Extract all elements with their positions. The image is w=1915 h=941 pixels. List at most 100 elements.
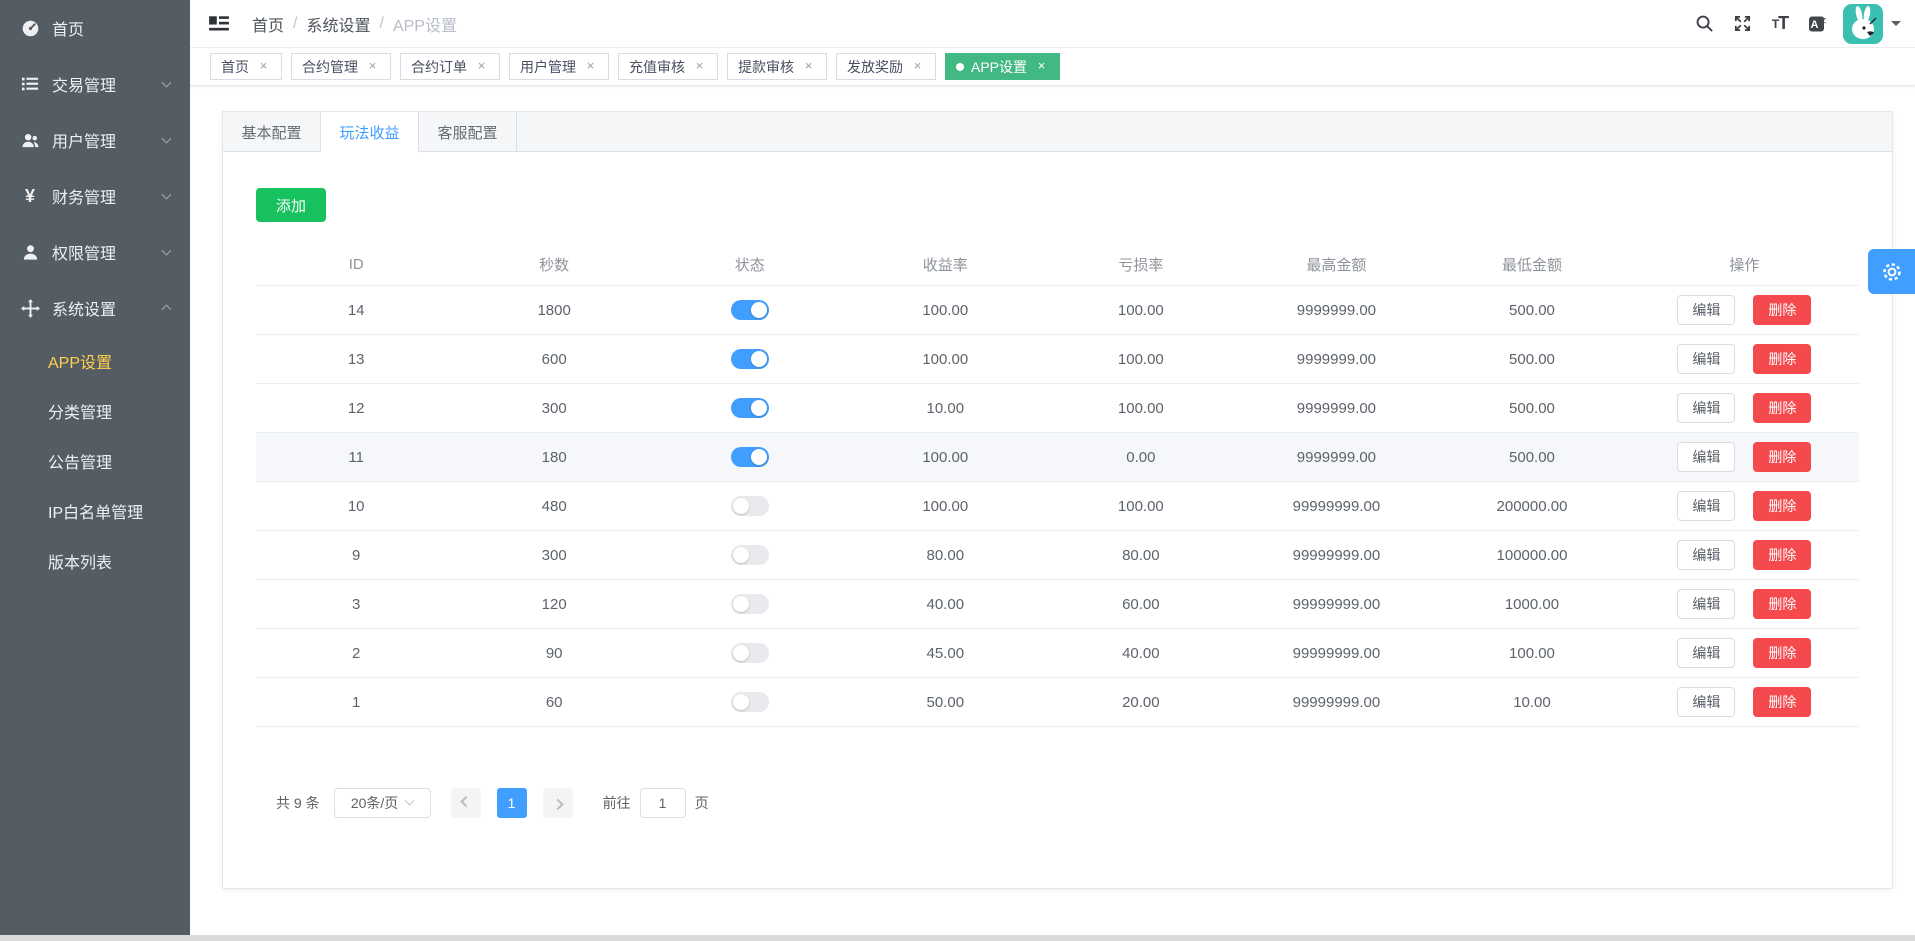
sidebar-subitem-category[interactable]: 分类管理 <box>0 386 190 436</box>
toggle-knob <box>733 498 749 514</box>
edit-button[interactable]: 编辑 <box>1677 295 1735 325</box>
cell-status <box>652 496 848 516</box>
cell-min-amount: 200000.00 <box>1434 498 1630 515</box>
goto-page-input[interactable] <box>640 788 686 818</box>
delete-button[interactable]: 删除 <box>1753 344 1811 374</box>
sidebar-subitem-version-list[interactable]: 版本列表 <box>0 536 190 586</box>
language-icon[interactable]: A文 <box>1807 13 1829 35</box>
edit-button[interactable]: 编辑 <box>1677 344 1735 374</box>
table-row: 12 300 10.00 100.00 9999999.00 500.00 编辑… <box>256 384 1859 433</box>
close-icon[interactable]: × <box>910 59 925 74</box>
topbar-icons: TT A文 <box>1693 13 1829 35</box>
tag-recharge-review[interactable]: 充值审核× <box>618 53 718 80</box>
delete-button[interactable]: 删除 <box>1753 442 1811 472</box>
close-icon[interactable]: × <box>583 59 598 74</box>
settings-panel-button[interactable] <box>1868 249 1915 294</box>
edit-button[interactable]: 编辑 <box>1677 638 1735 668</box>
edit-button[interactable]: 编辑 <box>1677 687 1735 717</box>
fullscreen-icon[interactable] <box>1731 13 1753 35</box>
delete-button[interactable]: 删除 <box>1753 491 1811 521</box>
tag-user-manage[interactable]: 用户管理× <box>509 53 609 80</box>
tag-withdraw-review[interactable]: 提款审核× <box>727 53 827 80</box>
close-icon[interactable]: × <box>474 59 489 74</box>
caret-down-icon[interactable] <box>1891 21 1901 26</box>
sidebar-item-home[interactable]: 首页 <box>0 0 190 56</box>
edit-button[interactable]: 编辑 <box>1677 393 1735 423</box>
edit-button[interactable]: 编辑 <box>1677 442 1735 472</box>
add-button[interactable]: 添加 <box>256 188 326 222</box>
status-toggle[interactable] <box>731 300 769 320</box>
tab-basic-config[interactable]: 基本配置 <box>223 112 321 152</box>
sidebar-item-permission[interactable]: 权限管理 <box>0 224 190 280</box>
page-size-select[interactable]: 20条/页 <box>334 788 431 818</box>
tag-home[interactable]: 首页× <box>210 53 282 80</box>
data-table: ID 秒数 状态 收益率 亏损率 最高金额 最低金额 操作 14 1800 10… <box>256 244 1859 727</box>
cell-seconds: 120 <box>456 596 652 613</box>
delete-button[interactable]: 删除 <box>1753 638 1811 668</box>
breadcrumb-system-settings[interactable]: 系统设置 <box>306 12 370 36</box>
avatar[interactable] <box>1843 4 1883 44</box>
delete-button[interactable]: 删除 <box>1753 540 1811 570</box>
prev-page-button[interactable] <box>451 788 481 818</box>
status-toggle[interactable] <box>731 692 769 712</box>
cell-min-amount: 100000.00 <box>1434 547 1630 564</box>
close-icon[interactable]: × <box>692 59 707 74</box>
sidebar-item-finance[interactable]: ¥ 财务管理 <box>0 168 190 224</box>
chevron-right-icon <box>552 799 563 810</box>
edit-button[interactable]: 编辑 <box>1677 589 1735 619</box>
cell-id: 1 <box>256 694 456 711</box>
tab-play-profit[interactable]: 玩法收益 <box>321 112 419 153</box>
page-number-1[interactable]: 1 <box>497 788 527 818</box>
status-toggle[interactable] <box>731 447 769 467</box>
delete-button[interactable]: 删除 <box>1753 393 1811 423</box>
cell-actions: 编辑 删除 <box>1630 442 1859 472</box>
toggle-knob <box>751 449 767 465</box>
sidebar-subitem-announcement[interactable]: 公告管理 <box>0 436 190 486</box>
status-toggle[interactable] <box>731 545 769 565</box>
cell-id: 12 <box>256 400 456 417</box>
status-toggle[interactable] <box>731 398 769 418</box>
svg-text:文: 文 <box>1820 15 1827 24</box>
next-page-button[interactable] <box>543 788 573 818</box>
col-max-amount: 最高金额 <box>1239 254 1435 275</box>
tab-service-config[interactable]: 客服配置 <box>419 112 517 152</box>
cell-id: 10 <box>256 498 456 515</box>
hamburger-icon[interactable] <box>208 13 230 35</box>
sidebar-subitem-app-settings[interactable]: APP设置 <box>0 336 190 386</box>
delete-button[interactable]: 删除 <box>1753 295 1811 325</box>
close-icon[interactable]: × <box>365 59 380 74</box>
status-toggle[interactable] <box>731 496 769 516</box>
delete-button[interactable]: 删除 <box>1753 589 1811 619</box>
breadcrumb-home[interactable]: 首页 <box>252 12 284 36</box>
tag-contract-orders[interactable]: 合约订单× <box>400 53 500 80</box>
status-toggle[interactable] <box>731 643 769 663</box>
cell-id: 11 <box>256 449 456 466</box>
cell-min-amount: 1000.00 <box>1434 596 1630 613</box>
status-toggle[interactable] <box>731 349 769 369</box>
close-icon[interactable]: × <box>256 59 271 74</box>
table-row: 1 60 50.00 20.00 99999999.00 10.00 编辑 删除 <box>256 678 1859 727</box>
sidebar-item-trade[interactable]: 交易管理 <box>0 56 190 112</box>
status-toggle[interactable] <box>731 594 769 614</box>
sidebar-item-system-settings[interactable]: 系统设置 <box>0 280 190 336</box>
chevron-down-icon <box>405 795 415 805</box>
edit-button[interactable]: 编辑 <box>1677 540 1735 570</box>
delete-button[interactable]: 删除 <box>1753 687 1811 717</box>
cell-id: 13 <box>256 351 456 368</box>
sidebar-item-users[interactable]: 用户管理 <box>0 112 190 168</box>
tag-reward-grant[interactable]: 发放奖励× <box>836 53 936 80</box>
close-icon[interactable]: × <box>801 59 816 74</box>
tag-app-settings[interactable]: APP设置× <box>945 53 1060 80</box>
config-card: 基本配置 玩法收益 客服配置 添加 ID 秒数 状态 收益率 亏损率 最高金额 … <box>222 111 1893 889</box>
system-move-icon <box>20 298 40 318</box>
tag-contract-manage[interactable]: 合约管理× <box>291 53 391 80</box>
goto-unit: 页 <box>695 793 709 813</box>
close-icon[interactable]: × <box>1034 59 1049 74</box>
sidebar-subitem-ip-whitelist[interactable]: IP白名单管理 <box>0 486 190 536</box>
edit-button[interactable]: 编辑 <box>1677 491 1735 521</box>
search-icon[interactable] <box>1693 13 1715 35</box>
cell-max-amount: 9999999.00 <box>1239 400 1435 417</box>
font-size-icon[interactable]: TT <box>1769 13 1791 35</box>
cell-id: 14 <box>256 302 456 319</box>
toggle-knob <box>733 645 749 661</box>
